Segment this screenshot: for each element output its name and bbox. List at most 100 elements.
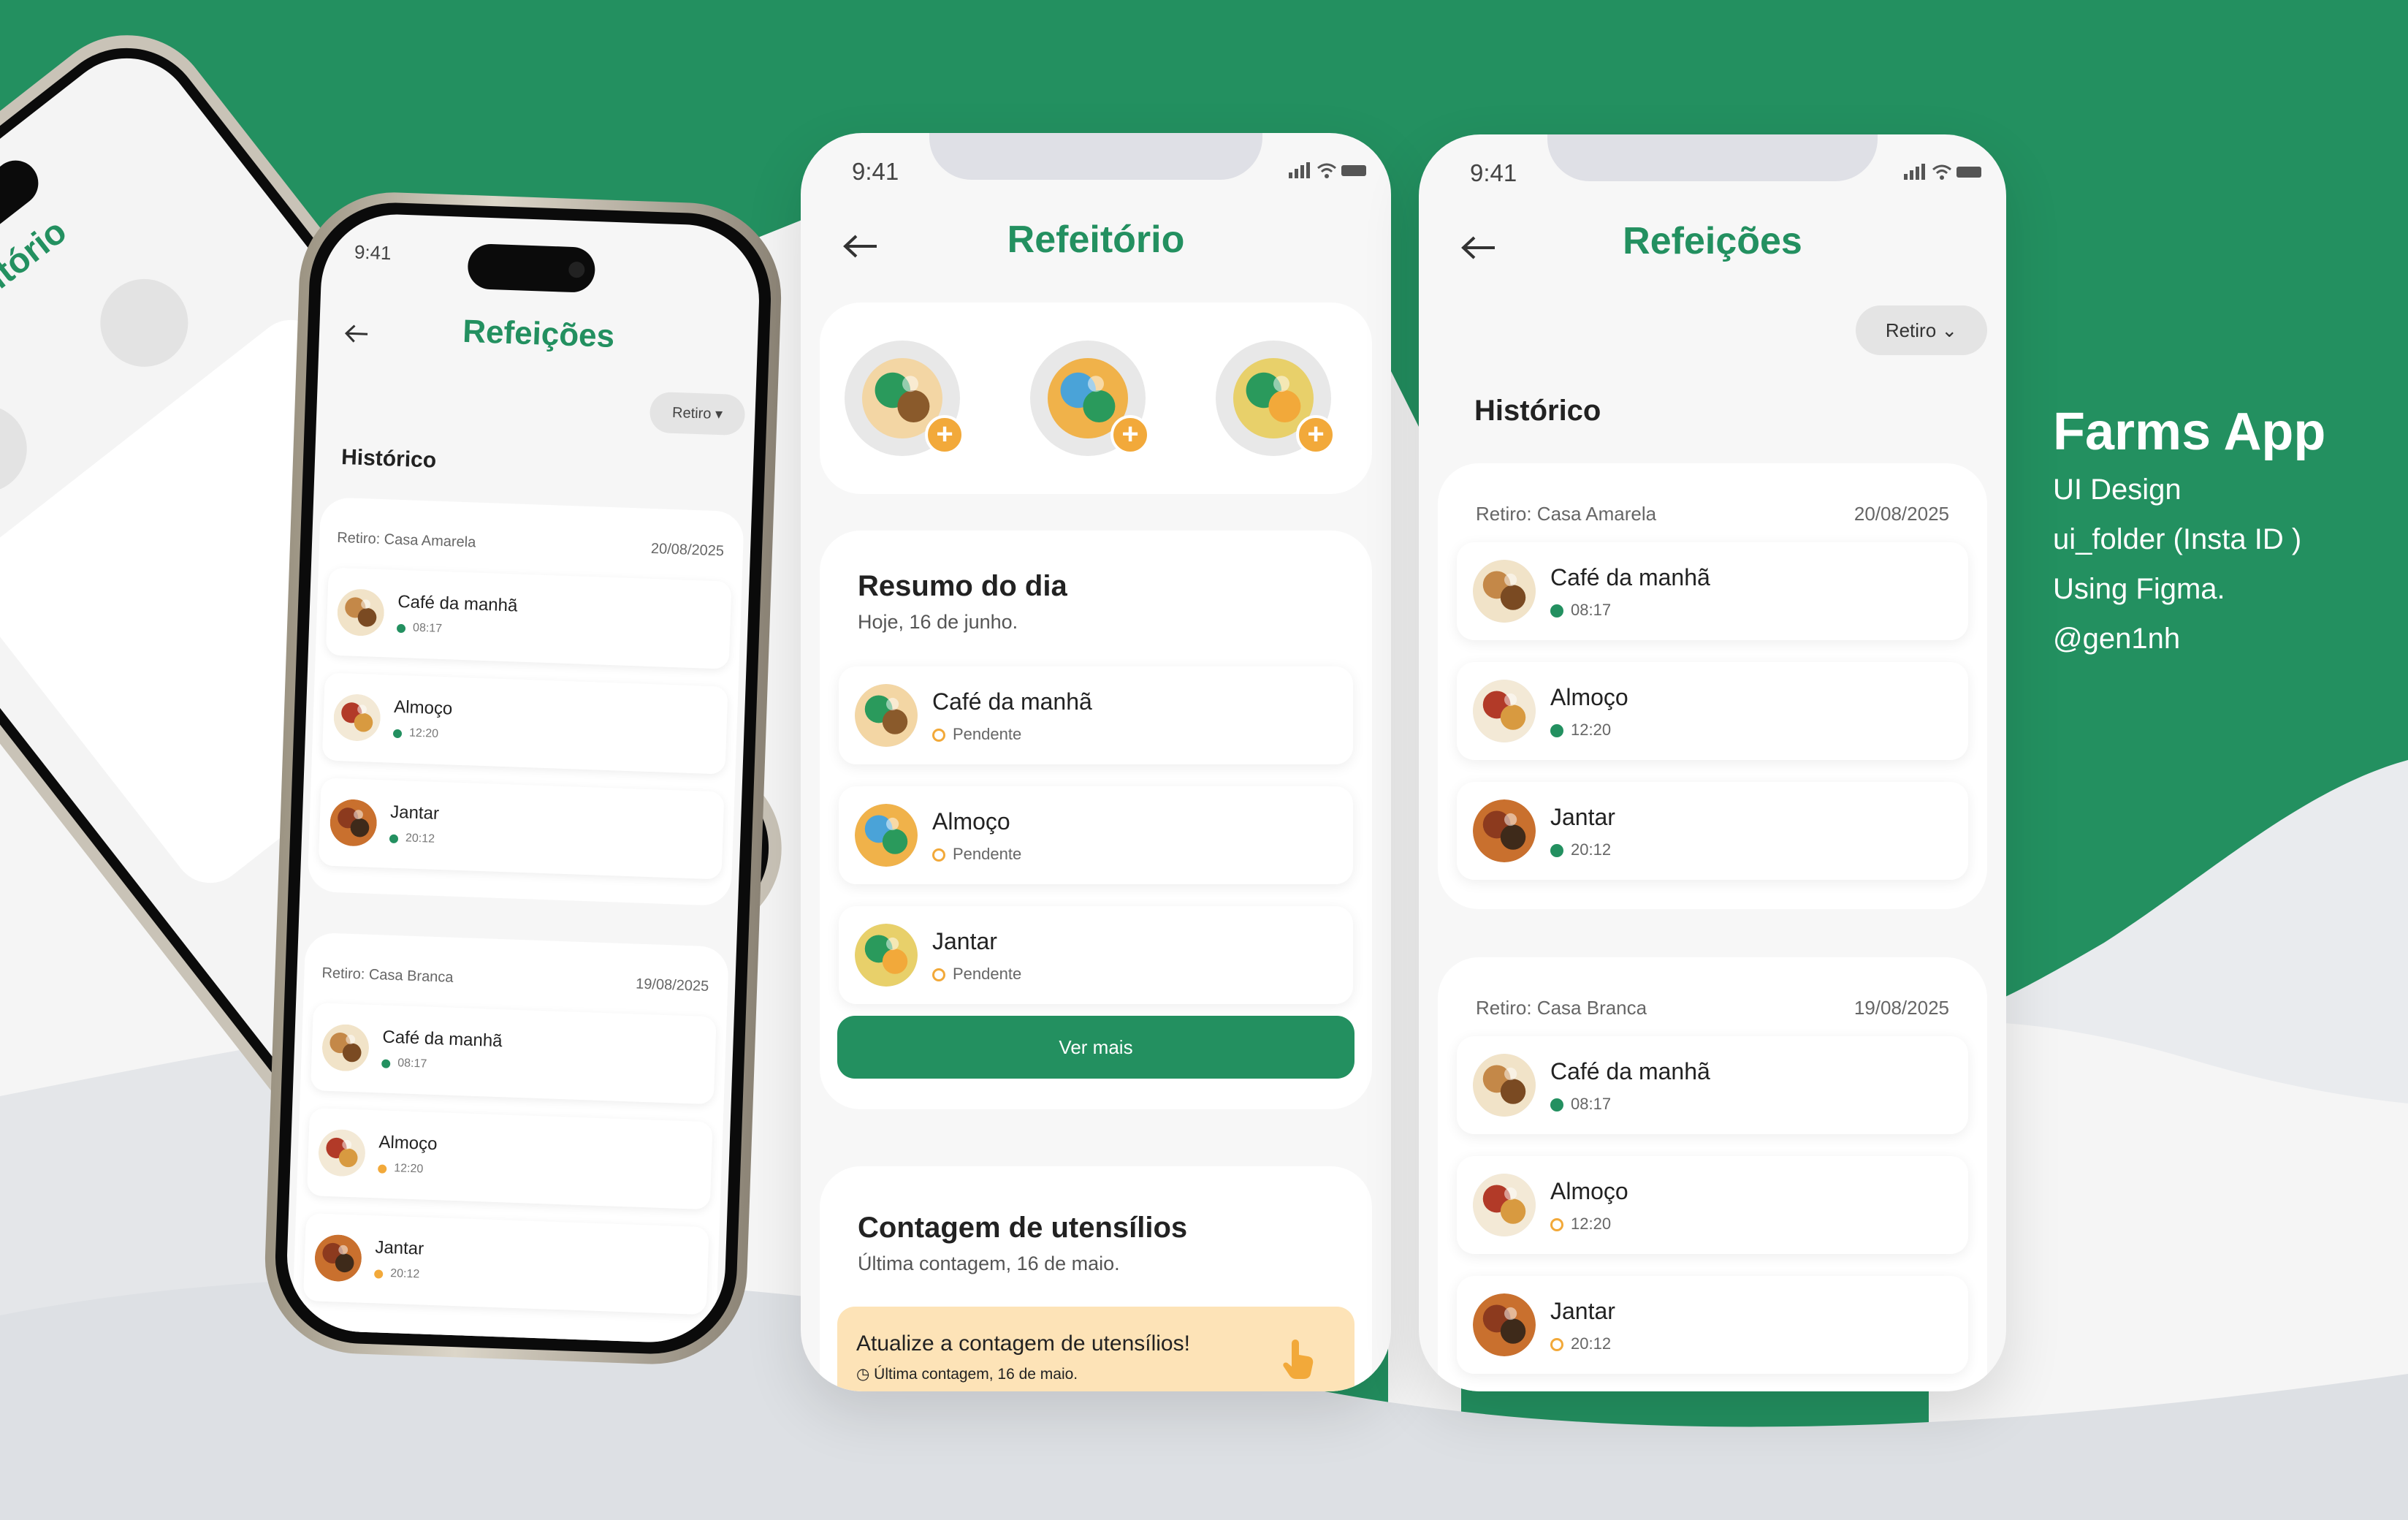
meal-photo — [1473, 1174, 1536, 1236]
meal-row[interactable]: Jantar 20:12 — [1457, 1276, 1968, 1374]
tap-hand-icon — [1283, 1340, 1314, 1379]
meal-status: Pendente — [932, 725, 1021, 744]
meal-photo — [314, 1234, 362, 1282]
meal-row[interactable]: Almoço 12:20 — [321, 672, 728, 775]
meal-time: 08:17 — [396, 621, 442, 636]
plus-icon: + — [1110, 415, 1150, 455]
filter-label: Retiro — [671, 404, 712, 422]
meal-row[interactable]: Café da manhã Pendente — [839, 666, 1353, 764]
left-title: Refeições — [462, 313, 615, 354]
quick-add-card: + + + — [820, 303, 1372, 494]
status-time: 9:41 — [1470, 159, 1517, 186]
meal-row[interactable]: Almoço 12:20 — [1457, 662, 1968, 760]
meal-time: 12:20 — [1550, 1215, 1611, 1234]
meal-name: Almoço — [378, 1132, 438, 1155]
quick-add-lunch-plate-button[interactable]: + — [1030, 341, 1150, 456]
pending-icon — [932, 968, 945, 981]
refeicoes-phone: 9:41 Refeições Retiro ⌄ Histórico Retiro… — [1419, 134, 2006, 1391]
quick-add-coffee-cup-button[interactable]: + — [845, 341, 964, 456]
check-icon — [1550, 604, 1563, 618]
check-icon — [1550, 724, 1563, 737]
check-icon — [378, 1164, 387, 1174]
meal-row[interactable]: Jantar Pendente — [839, 906, 1353, 1004]
meal-photo — [1473, 799, 1536, 862]
meal-name: Café da manhã — [382, 1027, 503, 1052]
summary-card: Resumo do dia Hoje, 16 de junho. Café da… — [820, 531, 1372, 1109]
section-title: Histórico — [1474, 395, 1601, 427]
status-time: 9:41 — [852, 158, 899, 185]
meal-name: Café da manhã — [1550, 564, 1710, 590]
meal-photo — [1473, 680, 1536, 742]
meal-photo — [337, 588, 385, 636]
clock-icon: ◷ — [856, 1366, 875, 1383]
meal-photo — [1473, 1293, 1536, 1356]
plus-icon: + — [925, 415, 964, 455]
utensils-alert[interactable]: Atualize a contagem de utensílios! ◷ Últ… — [837, 1307, 1354, 1391]
meal-row[interactable]: Almoço 12:20 — [306, 1108, 713, 1210]
meal-row[interactable]: Café da manhã 08:17 — [1457, 542, 1968, 640]
app-title: Farms App — [2053, 403, 2326, 461]
meal-time: 12:20 — [378, 1161, 424, 1176]
notch — [1547, 134, 1878, 181]
history-group-card: Retiro: Casa Amarela 20/08/2025 Café da ma… — [1438, 463, 1987, 909]
group-date: 19/08/2025 — [1853, 997, 1949, 1019]
check-icon — [1550, 844, 1563, 857]
summary-title: Resumo do dia — [858, 570, 1067, 602]
meal-photo — [318, 1129, 366, 1177]
meal-time: 12:20 — [392, 726, 438, 741]
meal-row[interactable]: Almoço Pendente — [839, 786, 1353, 884]
refeitorio-phone: 9:41 Refeitório + + + Resumo do dia Hoje, … — [801, 133, 1391, 1391]
meal-name: Almoço — [1550, 684, 1628, 710]
meal-row[interactable]: Café da manhã 08:17 — [325, 567, 732, 669]
plus-icon: + — [1296, 415, 1336, 455]
dynamic-island — [467, 243, 596, 293]
meal-row[interactable]: Jantar 20:12 — [302, 1212, 709, 1315]
meal-name: Jantar — [1550, 804, 1615, 830]
meal-status: Pendente — [932, 845, 1021, 864]
meal-name: Jantar — [389, 802, 440, 824]
filter-dropdown[interactable]: Retiro ⌄ — [1856, 305, 1987, 355]
meal-time: 12:20 — [1550, 721, 1611, 740]
meal-time: 20:12 — [1550, 1334, 1611, 1353]
meal-name: Café da manhã — [397, 591, 518, 616]
meal-row[interactable]: Almoço 12:20 — [1457, 1156, 1968, 1254]
quick-add-dinner-bowl-button[interactable]: + — [1216, 341, 1336, 456]
meal-time: 20:12 — [389, 832, 435, 846]
alert-title: Atualize a contagem de utensílios! — [856, 1331, 1190, 1356]
meal-row[interactable]: Jantar 20:12 — [318, 778, 725, 880]
clock-icon — [1550, 1338, 1563, 1351]
pending-icon — [932, 848, 945, 862]
meal-photo — [333, 694, 381, 742]
meal-name: Café da manhã — [932, 688, 1092, 715]
history-group-card: Retiro: Casa Branca 19/08/2025 Café da man… — [1438, 957, 1987, 1391]
filter-dropdown[interactable]: Retiro ▾ — [649, 391, 746, 436]
meal-time: 20:12 — [1550, 840, 1611, 859]
summary-subtitle: Hoje, 16 de junho. — [858, 611, 1018, 633]
clock-icon — [1550, 1218, 1563, 1231]
meal-photo — [1473, 1054, 1536, 1117]
meal-photo — [321, 1024, 370, 1072]
history-group-card: Retiro: Casa Amarela 20/08/2025 Café da ma… — [307, 497, 744, 907]
group-place: Retiro: Casa Amarela — [1476, 503, 1657, 525]
meal-row[interactable]: Café da manhã 08:17 — [1457, 1036, 1968, 1134]
meal-name: Café da manhã — [1550, 1058, 1710, 1084]
group-place: Retiro: Casa Branca — [1476, 997, 1647, 1019]
meal-row[interactable]: Jantar 20:12 — [1457, 782, 1968, 880]
notch — [929, 133, 1262, 180]
check-icon — [381, 1059, 391, 1068]
branding-line: UI Design — [2053, 474, 2182, 506]
check-icon — [392, 729, 403, 739]
meal-status: Pendente — [932, 965, 1021, 984]
group-date: 20/08/2025 — [1853, 503, 1949, 525]
meal-photo — [1473, 560, 1536, 623]
pending-icon — [932, 729, 945, 742]
meal-time: 08:17 — [1550, 601, 1611, 620]
utensils-card: Contagem de utensílios Última contagem, … — [820, 1166, 1372, 1391]
meal-thumb-icon — [855, 684, 918, 747]
ver-mais-button[interactable]: Ver mais — [837, 1016, 1354, 1079]
alert-subtitle: ◷ Última contagem, 16 de maio. — [856, 1366, 1078, 1383]
meal-thumb-icon — [855, 804, 918, 867]
meal-row[interactable]: Café da manhã 08:17 — [310, 1003, 717, 1105]
check-icon — [373, 1269, 384, 1279]
group-place: Retiro: Casa Amarela — [336, 529, 476, 551]
